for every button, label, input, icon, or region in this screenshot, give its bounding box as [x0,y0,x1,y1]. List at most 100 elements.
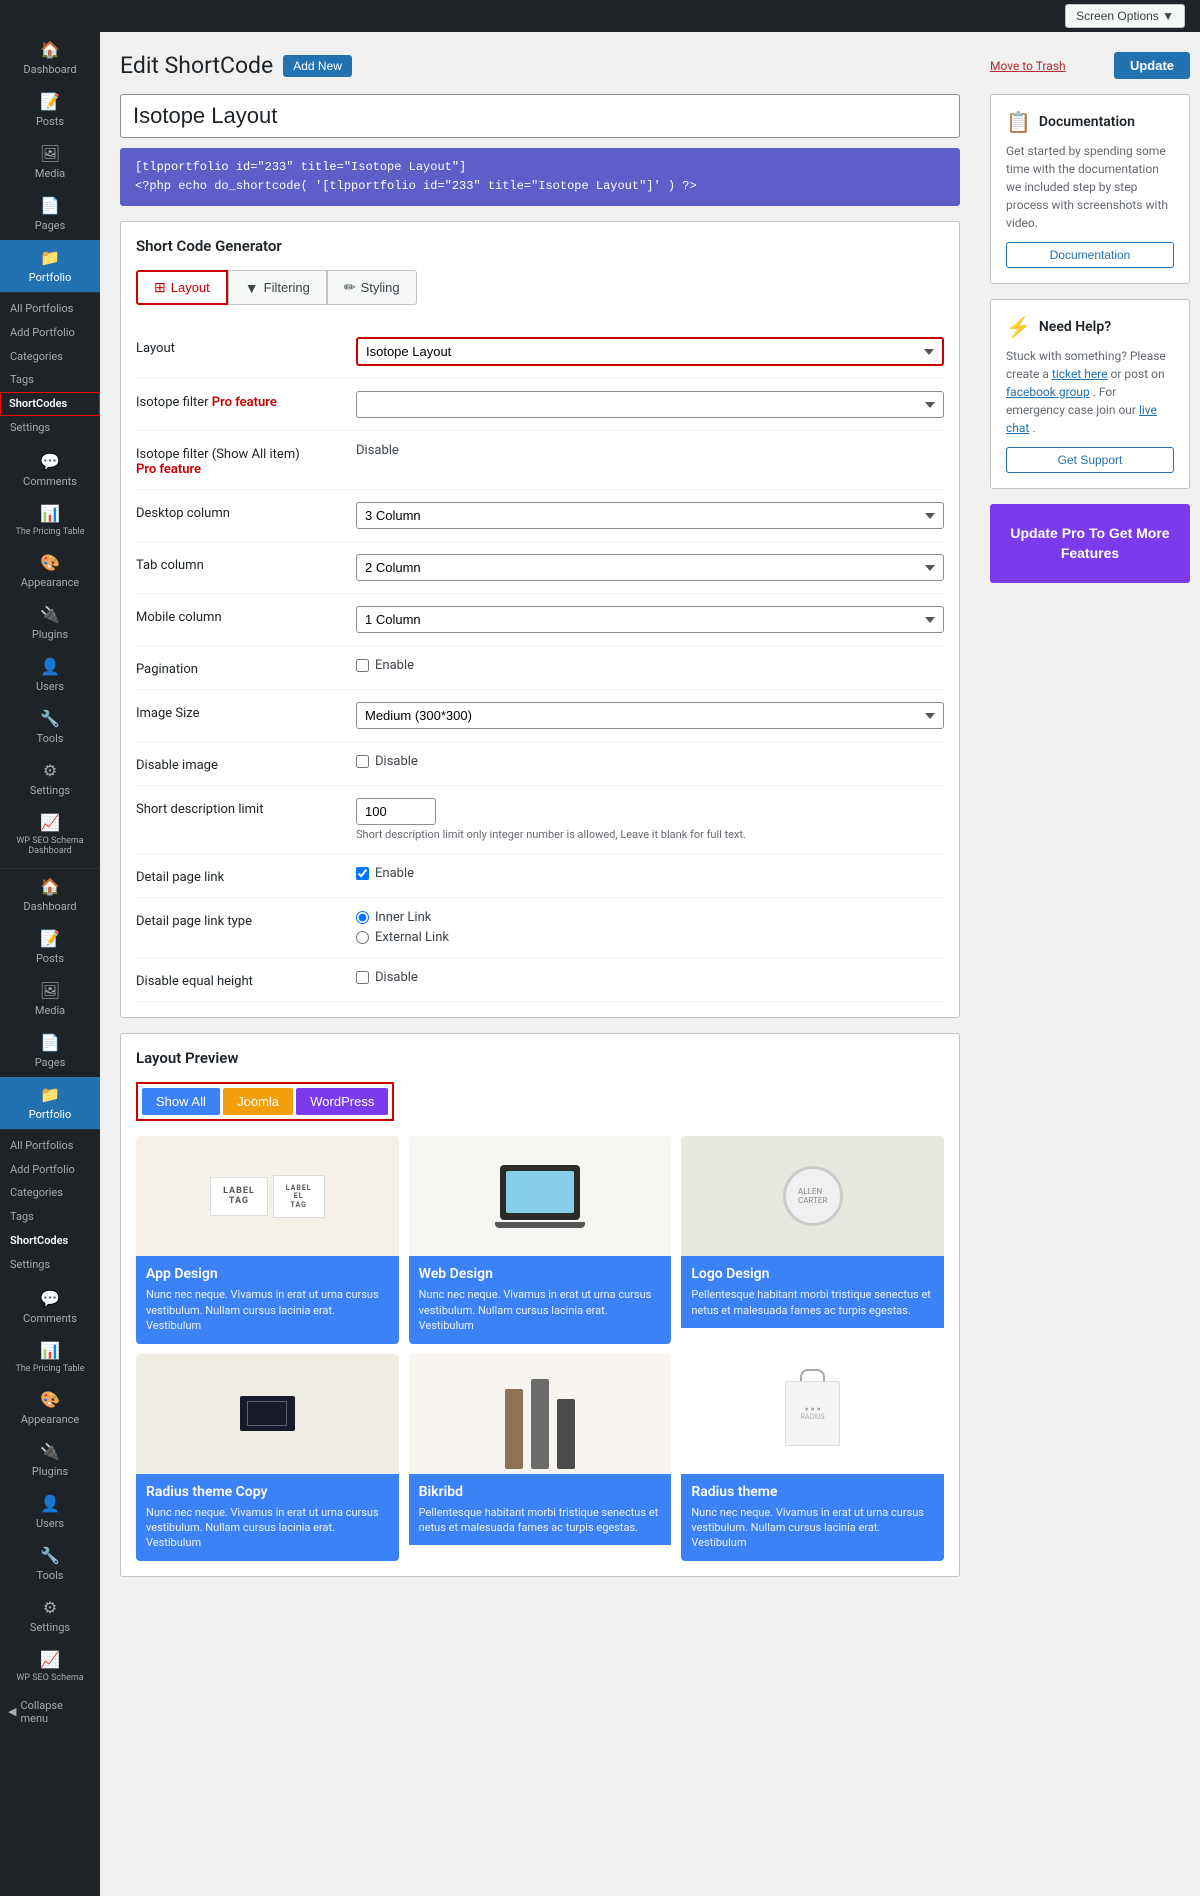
sidebar-item-portfolio[interactable]: 📁 Portfolio [0,240,100,292]
sidebar-item-pricing-2[interactable]: 📊 The Pricing Table [0,1333,100,1382]
radio-inner-link[interactable] [356,911,369,924]
sidebar-sub-tags[interactable]: Tags [0,368,100,392]
sidebar-item-dashboard-2[interactable]: 🏠 Dashboard [0,869,100,921]
sidebar-sub-settings-2[interactable]: Settings [0,1253,100,1277]
sidebar-sub-all-portfolios-2[interactable]: All Portfolios [0,1134,100,1158]
appearance-icon: 🎨 [40,553,60,572]
portfolio-icon: 📁 [40,248,60,267]
tab-col-select[interactable]: 1 Column 2 Column 3 Column [356,554,944,581]
add-new-button[interactable]: Add New [283,55,352,77]
facebook-link[interactable]: facebook group [1006,385,1090,399]
sidebar-sub-categories-2[interactable]: Categories [0,1181,100,1205]
sidebar-sub-settings[interactable]: Settings [0,416,100,440]
sidebar-sub-add-portfolio-2[interactable]: Add Portfolio [0,1158,100,1182]
sidebar-item-comments-2[interactable]: 💬 Comments [0,1281,100,1333]
sidebar-item-seo[interactable]: 📈 WP SEO Schema Dashboard [0,805,100,864]
layout-tab-icon: ⊞ [154,279,166,296]
layout-select[interactable]: Isotope Layout Grid Layout Masonry Layou… [356,337,944,366]
image-size-select[interactable]: Thumbnail Medium (300*300) Large Full [356,702,944,729]
move-to-trash-link[interactable]: Move to Trash [990,59,1066,73]
portfolio-item-radius: ● ● ●RADIUS Radius theme Nunc nec neque.… [681,1354,944,1561]
sidebar-item-media[interactable]: 🖼 Media [0,136,100,188]
sidebar-sub-shortcodes[interactable]: ShortCodes [0,392,100,416]
desktop-col-label: Desktop column [136,502,336,521]
documentation-title: 📋 Documentation [1006,110,1174,134]
sidebar-sub-all-portfolios[interactable]: All Portfolios [0,297,100,321]
radius-title: Radius theme [691,1484,934,1500]
tab-filtering[interactable]: ▼ Filtering [228,270,327,305]
field-isotope-show-all: Isotope filter (Show All item) Pro featu… [136,431,944,490]
filter-show-all-button[interactable]: Show All [142,1088,220,1115]
seo-icon: 📈 [40,813,60,832]
desktop-col-select[interactable]: 1 Column 2 Column 3 Column 4 Column [356,502,944,529]
field-disable-equal: Disable equal height Disable [136,958,944,1002]
sidebar-item-tools[interactable]: 🔧 Tools [0,701,100,753]
sidebar-item-portfolio-2[interactable]: 📁 Portfolio [0,1077,100,1129]
action-bar: Move to Trash Update [990,52,1190,79]
sidebar-item-appearance[interactable]: 🎨 Appearance [0,545,100,597]
field-desktop-col: Desktop column 1 Column 2 Column 3 Colum… [136,490,944,542]
update-button[interactable]: Update [1114,52,1190,79]
disable-image-checkbox-label: Disable [375,754,418,769]
sidebar-item-posts[interactable]: 📝 Posts [0,84,100,136]
collapse-menu[interactable]: ◀ Collapse menu [0,1691,100,1733]
disable-image-checkbox[interactable] [356,755,369,768]
sidebar-item-plugins-2[interactable]: 🔌 Plugins [0,1434,100,1486]
sidebar-item-pages[interactable]: 📄 Pages [0,188,100,240]
sidebar-item-pages-2[interactable]: 📄 Pages [0,1025,100,1077]
main-content: Edit ShortCode Add New [tlpportfolio id=… [100,32,980,1896]
detail-link-checkbox[interactable] [356,867,369,880]
isotope-show-all-label: Isotope filter (Show All item) Pro featu… [136,443,336,477]
portfolio-item-logo-design: ALLENCARTER Logo Design Pellentesque hab… [681,1136,944,1343]
sidebar-item-dashboard[interactable]: 🏠 Dashboard [0,32,100,84]
pagination-checkbox[interactable] [356,659,369,672]
screen-options-button[interactable]: Screen Options ▼ [1065,4,1185,28]
sidebar-item-settings-2[interactable]: ⚙ Settings [0,1590,100,1642]
live-chat-link[interactable]: live chat [1006,403,1157,435]
help-card: ⚡ Need Help? Stuck with something? Pleas… [990,299,1190,489]
field-mobile-col: Mobile column 1 Column 2 Column [136,594,944,646]
mobile-col-select[interactable]: 1 Column 2 Column [356,606,944,633]
radius-copy-image [136,1354,399,1474]
sidebar-sub-tags-2[interactable]: Tags [0,1205,100,1229]
settings-icon: ⚙ [43,761,57,780]
tools-icon: 🔧 [40,709,60,728]
sidebar-item-users-2[interactable]: 👤 Users [0,1486,100,1538]
collapse-icon: ◀ [8,1705,16,1718]
tab-styling[interactable]: ✏ Styling [327,270,417,305]
isotope-filter-select[interactable] [356,391,944,418]
plugins-icon-2: 🔌 [40,1442,60,1461]
radio-external-link[interactable] [356,931,369,944]
sidebar-sub-add-portfolio[interactable]: Add Portfolio [0,321,100,345]
filter-wordpress-button[interactable]: WordPress [296,1088,388,1115]
short-desc-input[interactable] [356,798,436,825]
disable-equal-checkbox[interactable] [356,971,369,984]
sidebar-item-pricing-table[interactable]: 📊 The Pricing Table [0,496,100,545]
ticket-link[interactable]: ticket here [1052,367,1108,381]
doc-icon: 📋 [1006,110,1031,134]
documentation-button[interactable]: Documentation [1006,242,1174,268]
tab-layout[interactable]: ⊞ Layout [136,270,228,305]
pagination-label: Pagination [136,658,336,677]
pricing-table-icon: 📊 [40,504,60,523]
sidebar-item-seo-2[interactable]: 📈 WP SEO Schema [0,1642,100,1691]
sidebar-sub-categories[interactable]: Categories [0,345,100,369]
sidebar-item-settings[interactable]: ⚙ Settings [0,753,100,805]
post-title-input[interactable] [120,94,960,138]
settings-icon-2: ⚙ [43,1598,57,1617]
get-support-button[interactable]: Get Support [1006,447,1174,473]
sidebar-item-appearance-2[interactable]: 🎨 Appearance [0,1382,100,1434]
sidebar-sub-shortcodes-2[interactable]: ShortCodes [0,1229,100,1253]
filtering-tab-icon: ▼ [245,280,259,296]
sidebar-item-posts-2[interactable]: 📝 Posts [0,921,100,973]
comments-icon-2: 💬 [40,1289,60,1308]
sidebar-item-comments[interactable]: 💬 Comments [0,444,100,496]
sidebar-item-plugins[interactable]: 🔌 Plugins [0,597,100,649]
filter-joomla-button[interactable]: Joomla [223,1088,293,1115]
update-pro-button[interactable]: Update Pro To Get More Features [990,504,1190,583]
help-title: ⚡ Need Help? [1006,315,1174,339]
sidebar-item-media-2[interactable]: 🖼 Media [0,973,100,1025]
radius-image: ● ● ●RADIUS [681,1354,944,1474]
sidebar-item-tools-2[interactable]: 🔧 Tools [0,1538,100,1590]
sidebar-item-users[interactable]: 👤 Users [0,649,100,701]
